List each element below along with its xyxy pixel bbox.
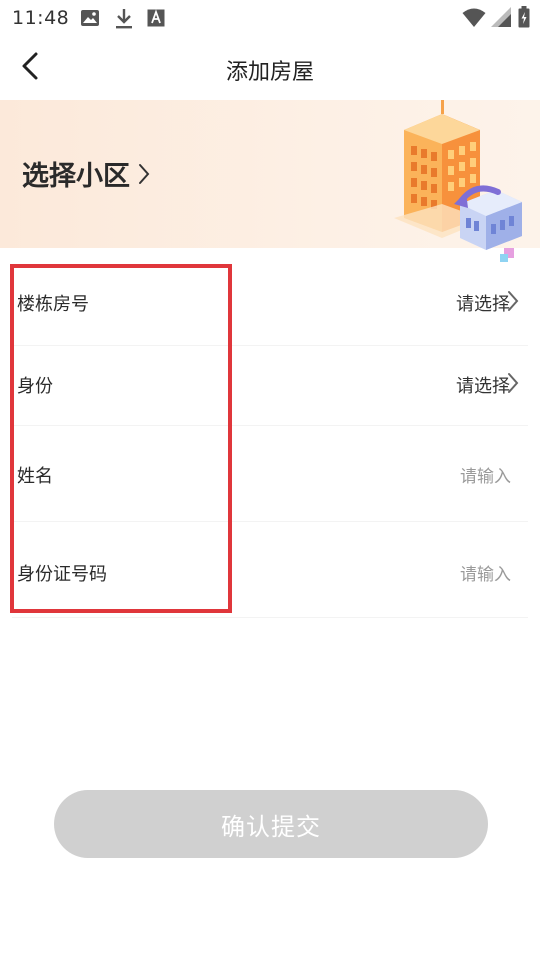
status-bar: 11:48 [0, 0, 540, 38]
building-room-value[interactable]: 请选择 [456, 290, 510, 316]
chevron-right-icon [506, 290, 520, 312]
battery-icon [518, 6, 530, 32]
signal-icon [490, 6, 512, 32]
identity-row[interactable]: 身份 请选择 [0, 346, 540, 426]
id-number-input[interactable]: 请输入 [460, 560, 511, 585]
select-community-label: 选择小区 [22, 161, 130, 192]
select-community-button[interactable]: 选择小区 [22, 154, 150, 193]
building-illustration [390, 100, 530, 266]
identity-value[interactable]: 请选择 [456, 372, 510, 398]
chevron-right-icon [138, 163, 150, 185]
name-label: 姓名 [17, 466, 53, 487]
building-room-label: 楼栋房号 [17, 294, 89, 315]
nav-bar: 添加房屋 [0, 38, 540, 100]
download-icon [114, 8, 134, 34]
wifi-icon [462, 6, 486, 32]
name-input[interactable]: 请输入 [460, 462, 511, 487]
chevron-right-icon [506, 372, 520, 394]
community-banner: 选择小区 [0, 100, 540, 262]
identity-label: 身份 [17, 376, 53, 397]
page-title: 添加房屋 [225, 60, 314, 85]
status-time: 11:48 [12, 7, 70, 29]
submit-button[interactable]: 确认提交 [54, 790, 488, 858]
id-number-row: 身份证号码 请输入 [0, 522, 540, 618]
name-row: 姓名 请输入 [0, 426, 540, 522]
house-form: 楼栋房号 请选择 身份 请选择 姓名 请输入 身份证号码 请输入 [0, 258, 540, 618]
building-room-row[interactable]: 楼栋房号 请选择 [0, 258, 540, 346]
image-icon [80, 8, 100, 32]
submit-label: 确认提交 [221, 812, 321, 841]
text-a-icon [147, 8, 165, 32]
row-divider [12, 617, 528, 618]
id-number-label: 身份证号码 [17, 564, 107, 585]
